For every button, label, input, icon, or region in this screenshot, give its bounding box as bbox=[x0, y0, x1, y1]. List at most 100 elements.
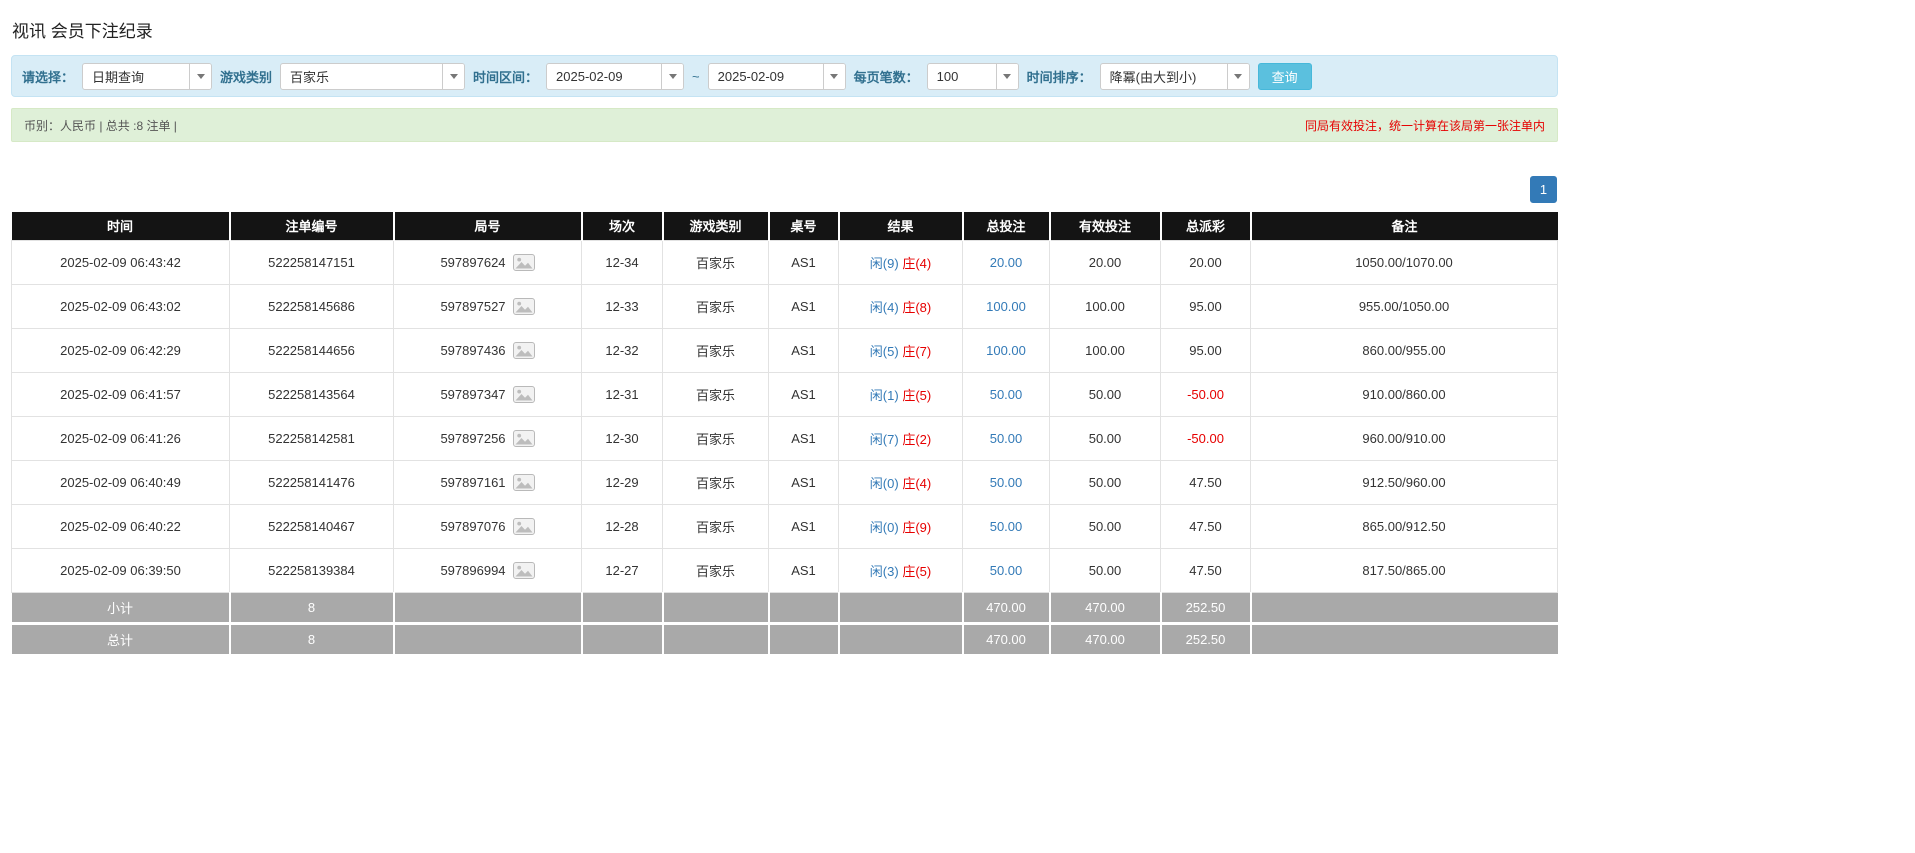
total-count: 8 bbox=[230, 623, 394, 654]
cell-table-id: AS1 bbox=[769, 328, 839, 372]
cell-session: 12-33 bbox=[582, 284, 663, 328]
page-container: 视讯 会员下注纪录 请选择： 日期查询 游戏类别 百家乐 时间区间： 2025-… bbox=[11, 17, 1558, 654]
cell-result: 闲(0) 庄(4) bbox=[839, 460, 963, 504]
header-bet-id: 注单编号 bbox=[230, 212, 394, 240]
cell-round-id: 597897076 bbox=[394, 504, 582, 548]
date-mode-value: 日期查询 bbox=[83, 64, 189, 89]
cell-round-id: 597896994 bbox=[394, 548, 582, 592]
cell-valid-bet: 50.00 bbox=[1050, 416, 1161, 460]
game-type-select[interactable]: 百家乐 bbox=[280, 63, 465, 90]
cell-result: 闲(0) 庄(9) bbox=[839, 504, 963, 548]
cell-note: 960.00/910.00 bbox=[1251, 416, 1558, 460]
cell-session: 12-32 bbox=[582, 328, 663, 372]
cell-total-bet[interactable]: 50.00 bbox=[963, 416, 1050, 460]
subtotal-label: 小计 bbox=[12, 592, 230, 623]
search-button[interactable]: 查询 bbox=[1258, 63, 1312, 90]
game-type-value: 百家乐 bbox=[281, 64, 442, 89]
cell-game-type: 百家乐 bbox=[663, 240, 769, 284]
cell-total-bet[interactable]: 20.00 bbox=[963, 240, 1050, 284]
cell-session: 12-30 bbox=[582, 416, 663, 460]
cell-bet-id: 522258140467 bbox=[230, 504, 394, 548]
result-player: 闲(9) bbox=[870, 256, 899, 271]
round-id-text: 597897347 bbox=[440, 387, 505, 402]
cell-bet-id: 522258142581 bbox=[230, 416, 394, 460]
header-table-id: 桌号 bbox=[769, 212, 839, 240]
cell-valid-bet: 50.00 bbox=[1050, 372, 1161, 416]
pagination: 1 bbox=[11, 176, 1557, 203]
chevron-down-icon[interactable] bbox=[996, 64, 1018, 89]
cell-total-bet[interactable]: 100.00 bbox=[963, 328, 1050, 372]
result-banker: 庄(2) bbox=[902, 432, 931, 447]
chevron-down-icon[interactable] bbox=[1227, 64, 1249, 89]
header-payout: 总派彩 bbox=[1161, 212, 1251, 240]
sort-order-value: 降冪(由大到小) bbox=[1101, 64, 1227, 89]
cell-payout: 47.50 bbox=[1161, 548, 1251, 592]
cell-valid-bet: 50.00 bbox=[1050, 460, 1161, 504]
cell-time: 2025-02-09 06:43:42 bbox=[12, 240, 230, 284]
round-detail-image-icon[interactable] bbox=[513, 298, 535, 315]
cell-total-bet[interactable]: 50.00 bbox=[963, 372, 1050, 416]
round-detail-image-icon[interactable] bbox=[513, 386, 535, 403]
cell-table-id: AS1 bbox=[769, 416, 839, 460]
pagination-page-1-button[interactable]: 1 bbox=[1530, 176, 1557, 203]
cell-bet-id: 522258141476 bbox=[230, 460, 394, 504]
round-id-text: 597896994 bbox=[440, 563, 505, 578]
cell-bet-id: 522258144656 bbox=[230, 328, 394, 372]
cell-session: 12-27 bbox=[582, 548, 663, 592]
chevron-down-icon[interactable] bbox=[661, 64, 683, 89]
date-from-input[interactable]: 2025-02-09 bbox=[546, 63, 684, 90]
cell-table-id: AS1 bbox=[769, 372, 839, 416]
page-size-value: 100 bbox=[928, 64, 996, 89]
table-row: 2025-02-09 06:40:22 522258140467 5978970… bbox=[12, 504, 1558, 548]
cell-total-bet[interactable]: 100.00 bbox=[963, 284, 1050, 328]
cell-round-id: 597897256 bbox=[394, 416, 582, 460]
currency-summary-text: 币别：人民币 | 总共 :8 注单 | bbox=[24, 117, 177, 134]
round-detail-image-icon[interactable] bbox=[513, 254, 535, 271]
cell-result: 闲(4) 庄(8) bbox=[839, 284, 963, 328]
table-row: 2025-02-09 06:39:50 522258139384 5978969… bbox=[12, 548, 1558, 592]
cell-total-bet[interactable]: 50.00 bbox=[963, 504, 1050, 548]
cell-time: 2025-02-09 06:39:50 bbox=[12, 548, 230, 592]
cell-valid-bet: 20.00 bbox=[1050, 240, 1161, 284]
result-player: 闲(0) bbox=[870, 520, 899, 535]
total-label: 总计 bbox=[12, 623, 230, 654]
cell-result: 闲(1) 庄(5) bbox=[839, 372, 963, 416]
round-id-text: 597897161 bbox=[440, 475, 505, 490]
cell-result: 闲(5) 庄(7) bbox=[839, 328, 963, 372]
cell-payout: 47.50 bbox=[1161, 460, 1251, 504]
date-mode-select[interactable]: 日期查询 bbox=[82, 63, 212, 90]
round-detail-image-icon[interactable] bbox=[513, 562, 535, 579]
chevron-down-icon[interactable] bbox=[442, 64, 464, 89]
cell-bet-id: 522258147151 bbox=[230, 240, 394, 284]
cell-table-id: AS1 bbox=[769, 548, 839, 592]
cell-total-bet[interactable]: 50.00 bbox=[963, 460, 1050, 504]
chevron-down-icon[interactable] bbox=[189, 64, 211, 89]
notice-text: 同局有效投注，统一计算在该局第一张注单内 bbox=[1305, 117, 1545, 134]
table-footer: 小计 8 470.00 470.00 252.50 总计 8 bbox=[12, 592, 1558, 654]
round-detail-image-icon[interactable] bbox=[513, 430, 535, 447]
chevron-down-icon[interactable] bbox=[823, 64, 845, 89]
cell-total-bet[interactable]: 50.00 bbox=[963, 548, 1050, 592]
cell-time: 2025-02-09 06:43:02 bbox=[12, 284, 230, 328]
date-to-input[interactable]: 2025-02-09 bbox=[708, 63, 846, 90]
cell-note: 912.50/960.00 bbox=[1251, 460, 1558, 504]
round-detail-image-icon[interactable] bbox=[513, 342, 535, 359]
total-total-bet: 470.00 bbox=[963, 623, 1050, 654]
cell-time: 2025-02-09 06:41:26 bbox=[12, 416, 230, 460]
result-player: 闲(3) bbox=[870, 564, 899, 579]
cell-result: 闲(3) 庄(5) bbox=[839, 548, 963, 592]
subtotal-payout: 252.50 bbox=[1161, 592, 1251, 623]
cell-time: 2025-02-09 06:40:49 bbox=[12, 460, 230, 504]
cell-table-id: AS1 bbox=[769, 504, 839, 548]
table-row: 2025-02-09 06:43:02 522258145686 5978975… bbox=[12, 284, 1558, 328]
page-size-select[interactable]: 100 bbox=[927, 63, 1019, 90]
sort-order-select[interactable]: 降冪(由大到小) bbox=[1100, 63, 1250, 90]
header-round-id: 局号 bbox=[394, 212, 582, 240]
result-player: 闲(4) bbox=[870, 300, 899, 315]
table-row: 2025-02-09 06:43:42 522258147151 5978976… bbox=[12, 240, 1558, 284]
subtotal-row: 小计 8 470.00 470.00 252.50 bbox=[12, 592, 1558, 623]
round-detail-image-icon[interactable] bbox=[513, 518, 535, 535]
header-session: 场次 bbox=[582, 212, 663, 240]
header-game-type: 游戏类别 bbox=[663, 212, 769, 240]
round-detail-image-icon[interactable] bbox=[513, 474, 535, 491]
